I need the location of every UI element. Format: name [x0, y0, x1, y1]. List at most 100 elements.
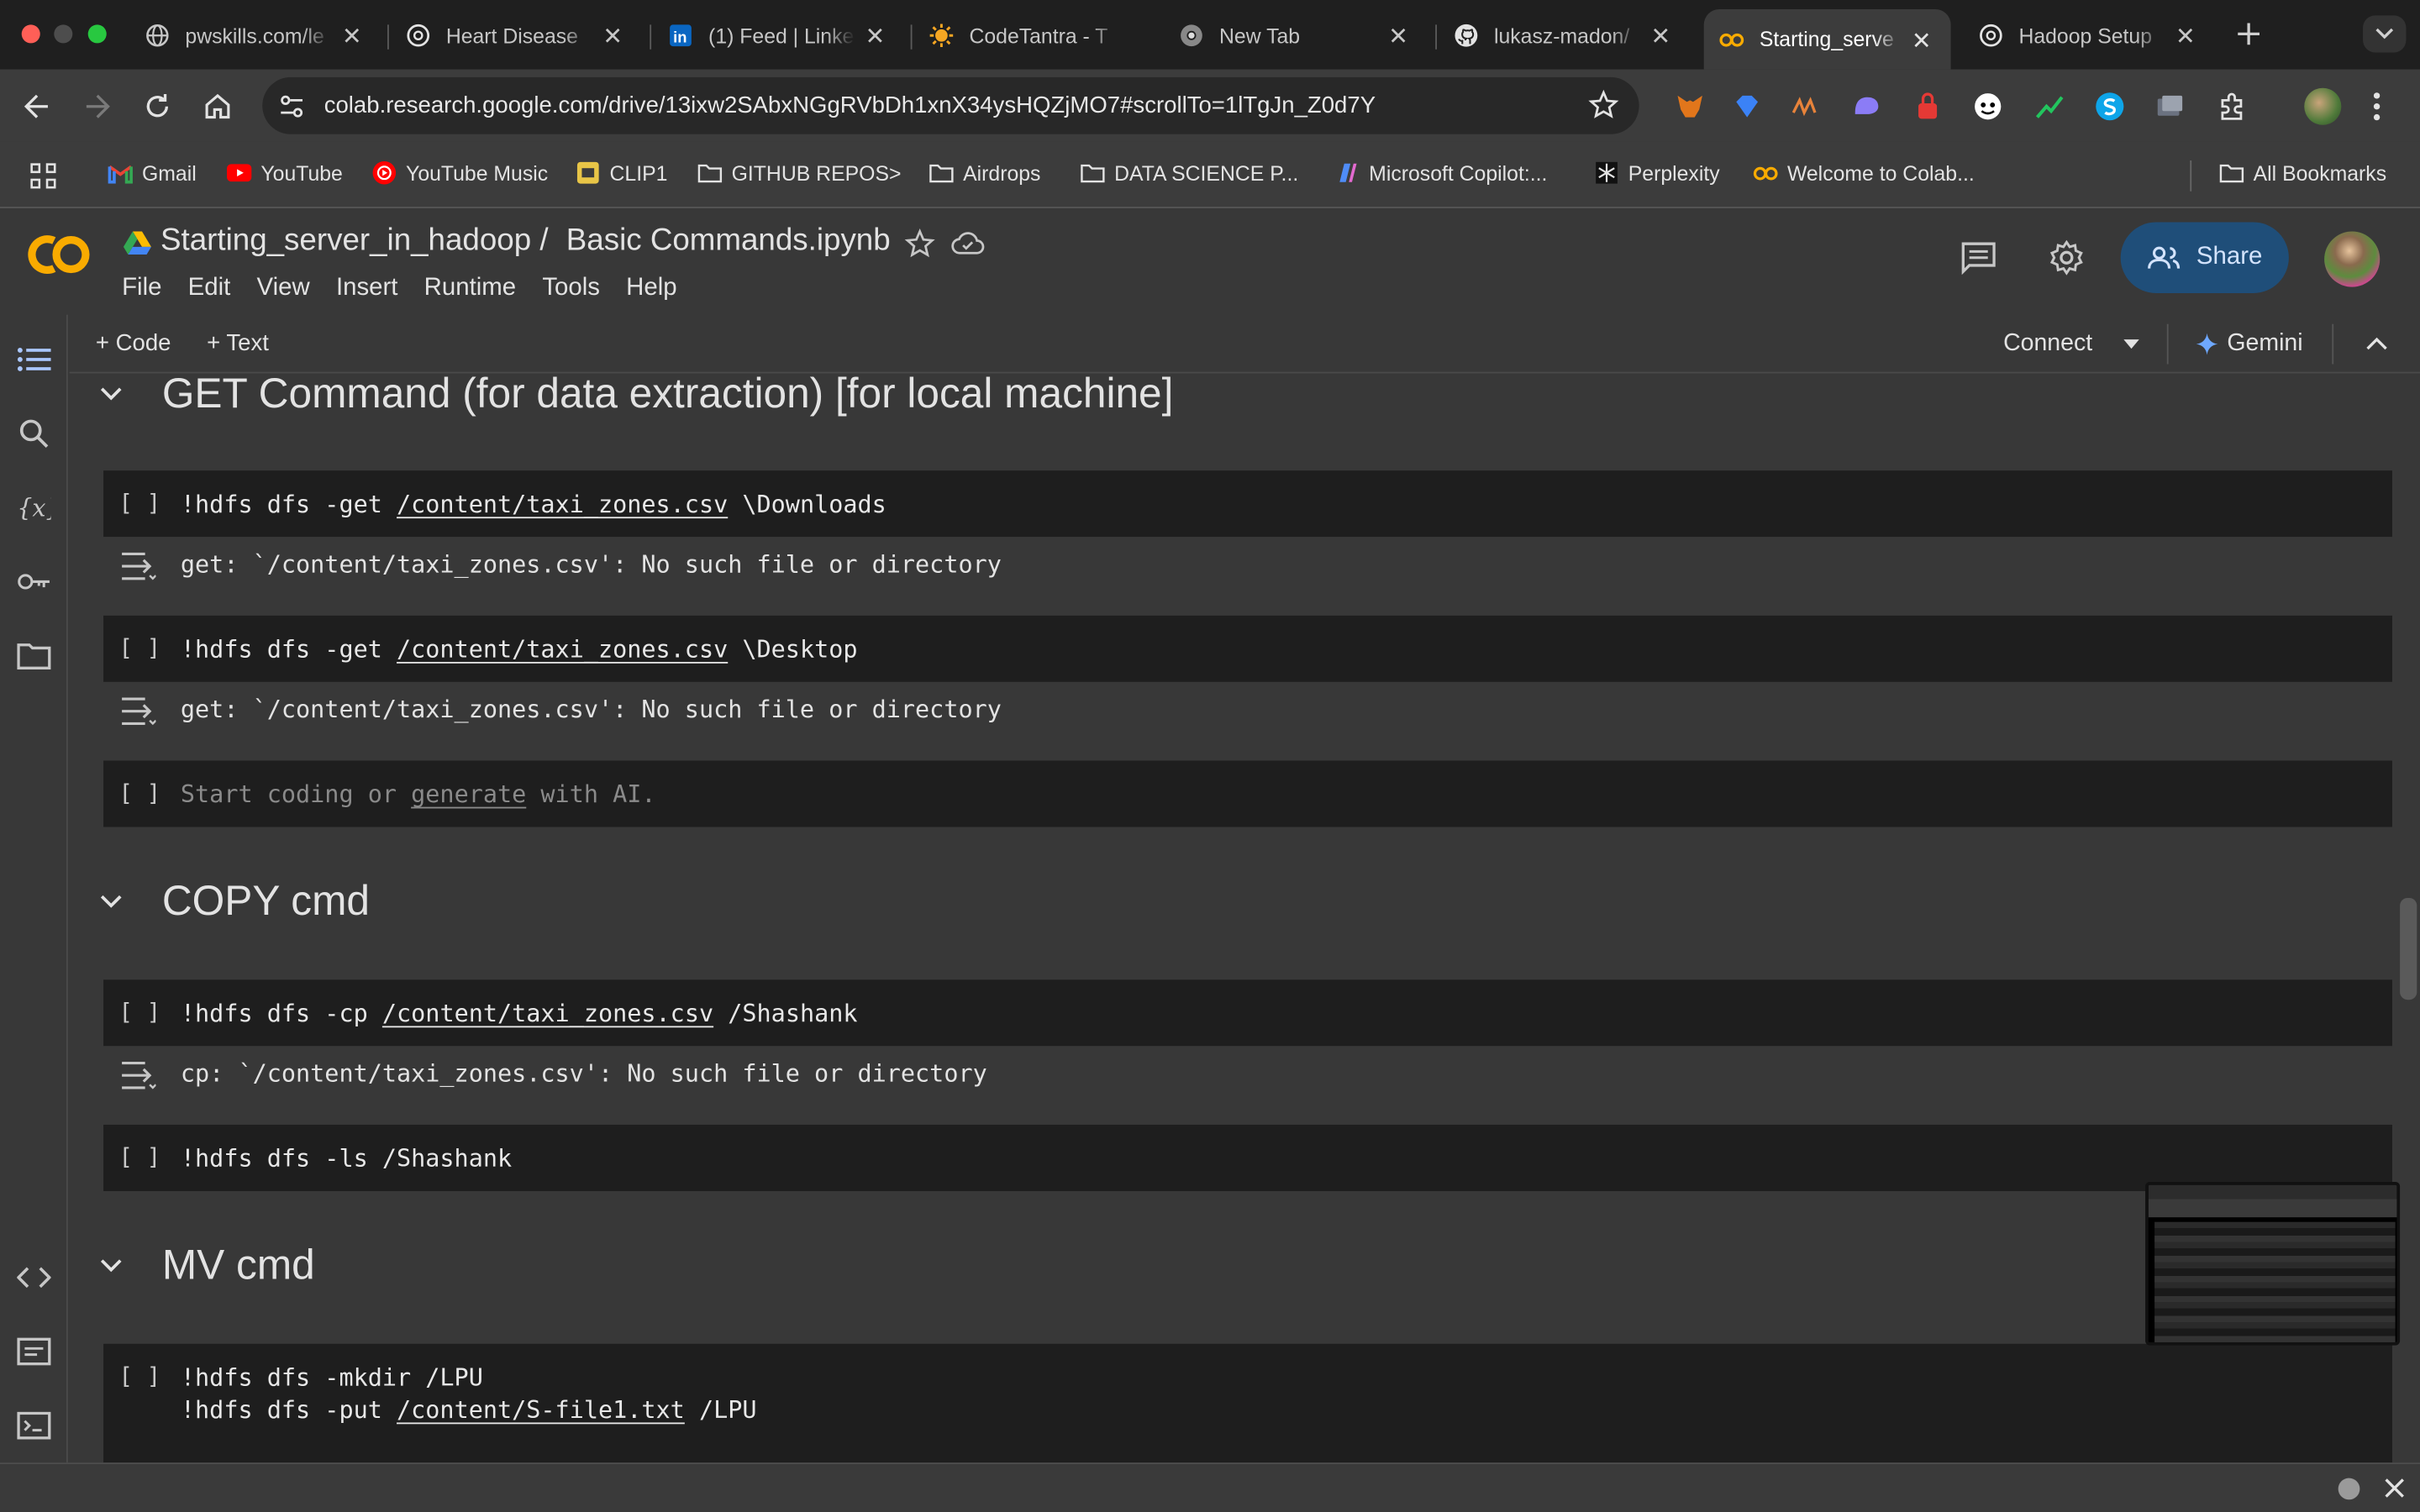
- bookmark-clip1[interactable]: CLIP1: [576, 160, 667, 185]
- section-heading-get[interactable]: GET Command (for data extraction) [for l…: [70, 373, 1174, 419]
- browser-tab[interactable]: Hadoop Setup: [1963, 9, 2214, 61]
- all-bookmarks-button[interactable]: All Bookmarks: [2219, 160, 2386, 185]
- generate-link[interactable]: generate: [411, 780, 526, 808]
- star-icon[interactable]: [904, 228, 935, 260]
- lock-extension-icon[interactable]: [1912, 91, 1944, 122]
- maximize-window-button[interactable]: [87, 24, 107, 44]
- tab-search-icon[interactable]: [2363, 15, 2407, 53]
- close-tab-icon[interactable]: [2171, 22, 2199, 50]
- code-cell[interactable]: [ ] !hdfs dfs -get /content/taxi_zones.c…: [103, 470, 2392, 538]
- browser-tab[interactable]: Heart Disease: [391, 9, 642, 61]
- settings-gear-icon[interactable]: [2048, 239, 2085, 276]
- drive-icon[interactable]: [123, 230, 151, 255]
- profile-avatar[interactable]: [2304, 87, 2342, 125]
- code-path-link[interactable]: /content/taxi_zones.csv: [382, 1000, 713, 1027]
- browser-tab[interactable]: lukasz-madon/: [1439, 9, 1690, 61]
- share-button[interactable]: Share: [2120, 222, 2289, 293]
- connect-button[interactable]: Connect: [2003, 330, 2092, 358]
- output-toggle-icon[interactable]: [118, 695, 156, 728]
- command-palette-icon[interactable]: [17, 1335, 51, 1368]
- close-tab-icon[interactable]: [599, 22, 627, 50]
- colab-logo[interactable]: [24, 232, 94, 278]
- bookmark-star-icon[interactable]: [1588, 89, 1619, 121]
- menu-insert[interactable]: Insert: [336, 275, 397, 302]
- gemini-button[interactable]: Gemini: [2227, 330, 2302, 358]
- menu-runtime[interactable]: Runtime: [424, 275, 516, 302]
- run-cell-button[interactable]: [ ]: [118, 780, 160, 807]
- apps-grid-icon[interactable]: [29, 162, 57, 190]
- code-cell[interactable]: [ ] !hdfs dfs -cp /content/taxi_zones.cs…: [103, 979, 2392, 1047]
- code-cell[interactable]: [ ] !hdfs dfs -mkdir /LPU !hdfs dfs -put…: [103, 1343, 2392, 1463]
- code-path-link[interactable]: /content/S-file1.txt: [397, 1396, 685, 1424]
- collapse-header-icon[interactable]: [2366, 336, 2388, 350]
- bookmark-welcome-colab[interactable]: Welcome to Colab...: [1753, 160, 1975, 185]
- menu-help[interactable]: Help: [626, 275, 676, 302]
- new-tab-icon[interactable]: [2235, 20, 2263, 48]
- menu-view[interactable]: View: [257, 275, 310, 302]
- search-icon[interactable]: [17, 417, 50, 450]
- reload-icon[interactable]: [142, 91, 173, 122]
- terminal-icon[interactable]: [17, 1409, 51, 1442]
- section-heading-copy[interactable]: COPY cmd: [70, 874, 370, 927]
- extensions-puzzle-icon[interactable]: [2217, 91, 2248, 122]
- bookmark-perplexity[interactable]: Perplexity: [1594, 160, 1720, 185]
- menu-tools[interactable]: Tools: [542, 275, 600, 302]
- bookmark-youtube[interactable]: YouTube: [227, 160, 343, 185]
- wave-extension-icon[interactable]: [1791, 91, 1822, 122]
- bookmark-youtube-music[interactable]: YouTube Music: [372, 160, 548, 185]
- close-window-button[interactable]: [21, 24, 40, 44]
- comments-icon[interactable]: [1960, 241, 1997, 275]
- bookmark-folder-data-science[interactable]: DATA SCIENCE P...: [1081, 160, 1298, 185]
- run-cell-button[interactable]: [ ]: [118, 634, 160, 662]
- face-extension-icon[interactable]: [1972, 91, 2003, 122]
- run-cell-button[interactable]: [ ]: [118, 1362, 160, 1390]
- s-extension-icon[interactable]: [2094, 91, 2125, 122]
- bookmark-gmail[interactable]: Gmail: [108, 160, 197, 185]
- account-avatar[interactable]: [2324, 231, 2381, 287]
- browser-tab[interactable]: in (1) Feed | Linke: [653, 9, 904, 61]
- code-snippets-icon[interactable]: [17, 1261, 51, 1294]
- browser-tab[interactable]: pwskills.com/le: [129, 9, 381, 61]
- run-cell-button[interactable]: [ ]: [118, 1143, 160, 1171]
- output-toggle-icon[interactable]: [118, 1058, 156, 1092]
- metamask-extension-icon[interactable]: [1675, 91, 1706, 122]
- files-folder-icon[interactable]: [17, 638, 51, 672]
- cell-code[interactable]: !hdfs dfs -cp /content/taxi_zones.csv /S…: [181, 998, 858, 1031]
- notebook-folder[interactable]: Starting_server_in_hadoop /: [160, 223, 549, 257]
- code-cell[interactable]: [ ] !hdfs dfs -get /content/taxi_zones.c…: [103, 615, 2392, 682]
- cell-code[interactable]: !hdfs dfs -ls /Shashank: [181, 1143, 512, 1176]
- table-of-contents-icon[interactable]: [17, 343, 51, 376]
- close-tab-icon[interactable]: [338, 22, 366, 50]
- minimize-window-button[interactable]: [54, 24, 73, 44]
- ghost-extension-icon[interactable]: [1850, 91, 1881, 122]
- browser-tab-active[interactable]: Starting_serve: [1703, 9, 1951, 70]
- home-icon[interactable]: [203, 91, 234, 122]
- run-cell-button[interactable]: [ ]: [118, 489, 160, 517]
- code-path-link[interactable]: /content/taxi_zones.csv: [397, 491, 728, 518]
- cell-code[interactable]: !hdfs dfs -get /content/taxi_zones.csv \…: [181, 489, 886, 522]
- code-path-link[interactable]: /content/taxi_zones.csv: [397, 636, 728, 664]
- window-extension-icon[interactable]: [2154, 91, 2186, 122]
- collapse-section-icon[interactable]: [100, 1258, 137, 1273]
- back-arrow-icon[interactable]: [22, 91, 53, 122]
- cell-placeholder[interactable]: Start coding or generate with AI.: [181, 780, 656, 812]
- cell-code[interactable]: !hdfs dfs -get /content/taxi_zones.csv \…: [181, 634, 858, 667]
- runtime-status-icon[interactable]: [2338, 1478, 2360, 1500]
- close-tab-icon[interactable]: [1385, 22, 1413, 50]
- close-tab-icon[interactable]: [1907, 25, 1935, 53]
- section-heading-mv[interactable]: MV cmd: [70, 1239, 315, 1291]
- browser-tab[interactable]: CodeTantra - T New Tab: [913, 9, 1428, 61]
- variables-icon[interactable]: {x}: [17, 491, 50, 524]
- cell-code[interactable]: !hdfs dfs -mkdir /LPU !hdfs dfs -put /co…: [181, 1362, 757, 1427]
- more-options-icon[interactable]: [2370, 90, 2383, 123]
- run-cell-button[interactable]: [ ]: [118, 998, 160, 1026]
- diamond-extension-icon[interactable]: [1732, 91, 1763, 122]
- connect-dropdown-icon[interactable]: [2123, 338, 2141, 350]
- page-minimap-preview[interactable]: [2145, 1181, 2401, 1346]
- close-tab-icon[interactable]: [1647, 22, 1675, 50]
- menu-edit[interactable]: Edit: [188, 275, 231, 302]
- code-cell[interactable]: [ ] !hdfs dfs -ls /Shashank: [103, 1124, 2392, 1191]
- collapse-section-icon[interactable]: [100, 894, 137, 908]
- forward-arrow-icon[interactable]: [82, 91, 113, 122]
- bookmark-copilot[interactable]: Microsoft Copilot:...: [1335, 160, 1547, 185]
